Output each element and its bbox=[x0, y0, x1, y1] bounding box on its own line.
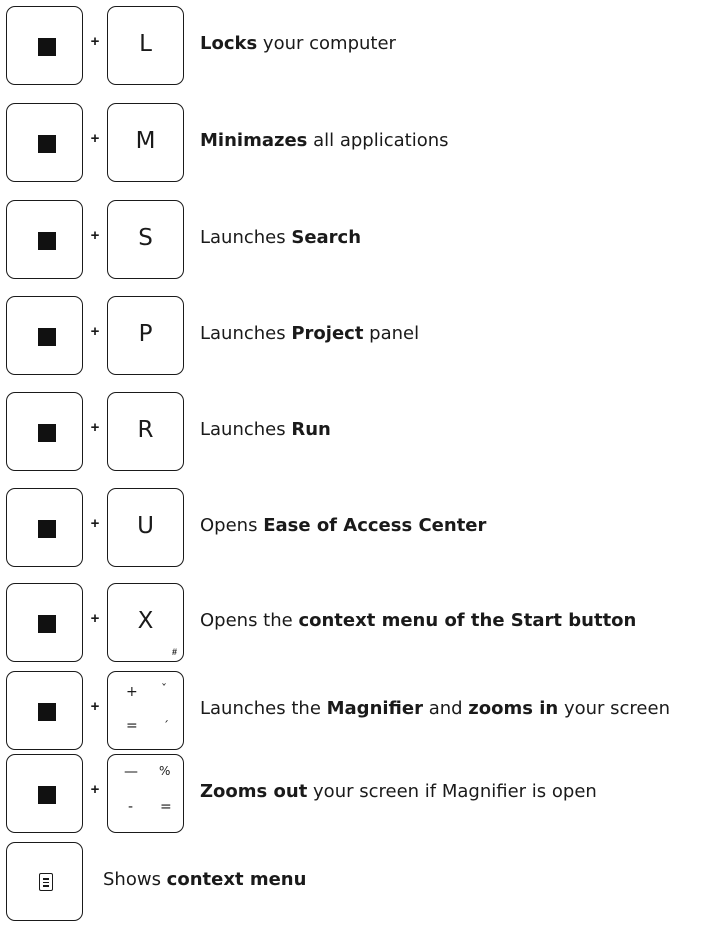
windows-key bbox=[6, 754, 83, 833]
shortcut-row: + — % - = Zooms out your screen if Magni… bbox=[0, 754, 728, 836]
windows-key bbox=[6, 296, 83, 375]
key-cap: X # bbox=[107, 583, 184, 662]
key-label: R bbox=[137, 417, 154, 443]
shortcut-description: Launches the Magnifier and zooms in your… bbox=[200, 698, 670, 719]
key-glyph: % bbox=[159, 764, 171, 778]
windows-key bbox=[6, 103, 83, 182]
windows-icon bbox=[38, 786, 56, 804]
plus-sign: + bbox=[90, 130, 100, 147]
key-glyph: — bbox=[124, 764, 138, 780]
windows-icon bbox=[38, 520, 56, 538]
menu-icon bbox=[39, 873, 53, 891]
plus-sign: + bbox=[90, 323, 100, 340]
windows-key bbox=[6, 488, 83, 567]
key-cap: S bbox=[107, 200, 184, 279]
windows-key bbox=[6, 583, 83, 662]
key-glyph: = bbox=[126, 718, 138, 734]
windows-key bbox=[6, 6, 83, 85]
shortcut-row: + + ˇ = ˊ Launches the Magnifier and zoo… bbox=[0, 671, 728, 753]
windows-icon bbox=[38, 615, 56, 633]
key-label: P bbox=[138, 321, 153, 347]
plus-sign: + bbox=[90, 515, 100, 532]
menu-key bbox=[6, 842, 83, 921]
key-glyph: - bbox=[128, 799, 134, 815]
windows-icon bbox=[38, 135, 56, 153]
key-cap: M bbox=[107, 103, 184, 182]
shortcut-row: + S Launches Search bbox=[0, 200, 728, 282]
key-label: L bbox=[139, 31, 152, 57]
plus-equals-key: + ˇ = ˊ bbox=[107, 671, 184, 750]
plus-sign: + bbox=[90, 227, 100, 244]
windows-key bbox=[6, 392, 83, 471]
key-cap: R bbox=[107, 392, 184, 471]
shortcut-row: + U Opens Ease of Access Center bbox=[0, 488, 728, 570]
shortcut-description: Minimazes all applications bbox=[200, 130, 449, 151]
shortcut-description: Launches Search bbox=[200, 227, 362, 248]
shortcut-description: Launches Run bbox=[200, 419, 331, 440]
shortcut-description: Zooms out your screen if Magnifier is op… bbox=[200, 781, 597, 802]
shortcut-row: + P Launches Project panel bbox=[0, 296, 728, 378]
shortcut-row: + R Launches Run bbox=[0, 392, 728, 474]
windows-key bbox=[6, 671, 83, 750]
plus-sign: + bbox=[90, 419, 100, 436]
key-label: U bbox=[137, 513, 154, 539]
key-glyph: ˇ bbox=[161, 682, 167, 696]
key-cap: P bbox=[107, 296, 184, 375]
shortcut-description: Opens the context menu of the Start butt… bbox=[200, 610, 637, 631]
key-glyph: = bbox=[160, 799, 172, 815]
shortcut-row: + X # Opens the context menu of the Star… bbox=[0, 583, 728, 665]
key-secondary-label: # bbox=[171, 647, 177, 657]
windows-icon bbox=[38, 703, 56, 721]
windows-icon bbox=[38, 232, 56, 250]
shortcut-description: Locks your computer bbox=[200, 33, 396, 54]
key-glyph: + bbox=[126, 684, 138, 700]
shortcut-description: Launches Project panel bbox=[200, 323, 420, 344]
key-glyph: ˊ bbox=[163, 719, 169, 733]
key-label: X bbox=[137, 608, 154, 634]
plus-sign: + bbox=[90, 698, 100, 715]
plus-sign: + bbox=[90, 33, 100, 50]
key-label: S bbox=[138, 225, 153, 251]
shortcut-row: + L Locks your computer bbox=[0, 6, 728, 88]
shortcut-description: Shows context menu bbox=[103, 869, 307, 890]
key-cap: U bbox=[107, 488, 184, 567]
windows-icon bbox=[38, 38, 56, 56]
key-label: M bbox=[135, 128, 156, 154]
minus-key: — % - = bbox=[107, 754, 184, 833]
windows-icon bbox=[38, 328, 56, 346]
shortcut-row: + M Minimazes all applications bbox=[0, 103, 728, 185]
plus-sign: + bbox=[90, 610, 100, 627]
plus-sign: + bbox=[90, 781, 100, 798]
shortcut-row: Shows context menu bbox=[0, 842, 728, 924]
shortcut-description: Opens Ease of Access Center bbox=[200, 515, 487, 536]
windows-key bbox=[6, 200, 83, 279]
windows-icon bbox=[38, 424, 56, 442]
key-cap: L bbox=[107, 6, 184, 85]
